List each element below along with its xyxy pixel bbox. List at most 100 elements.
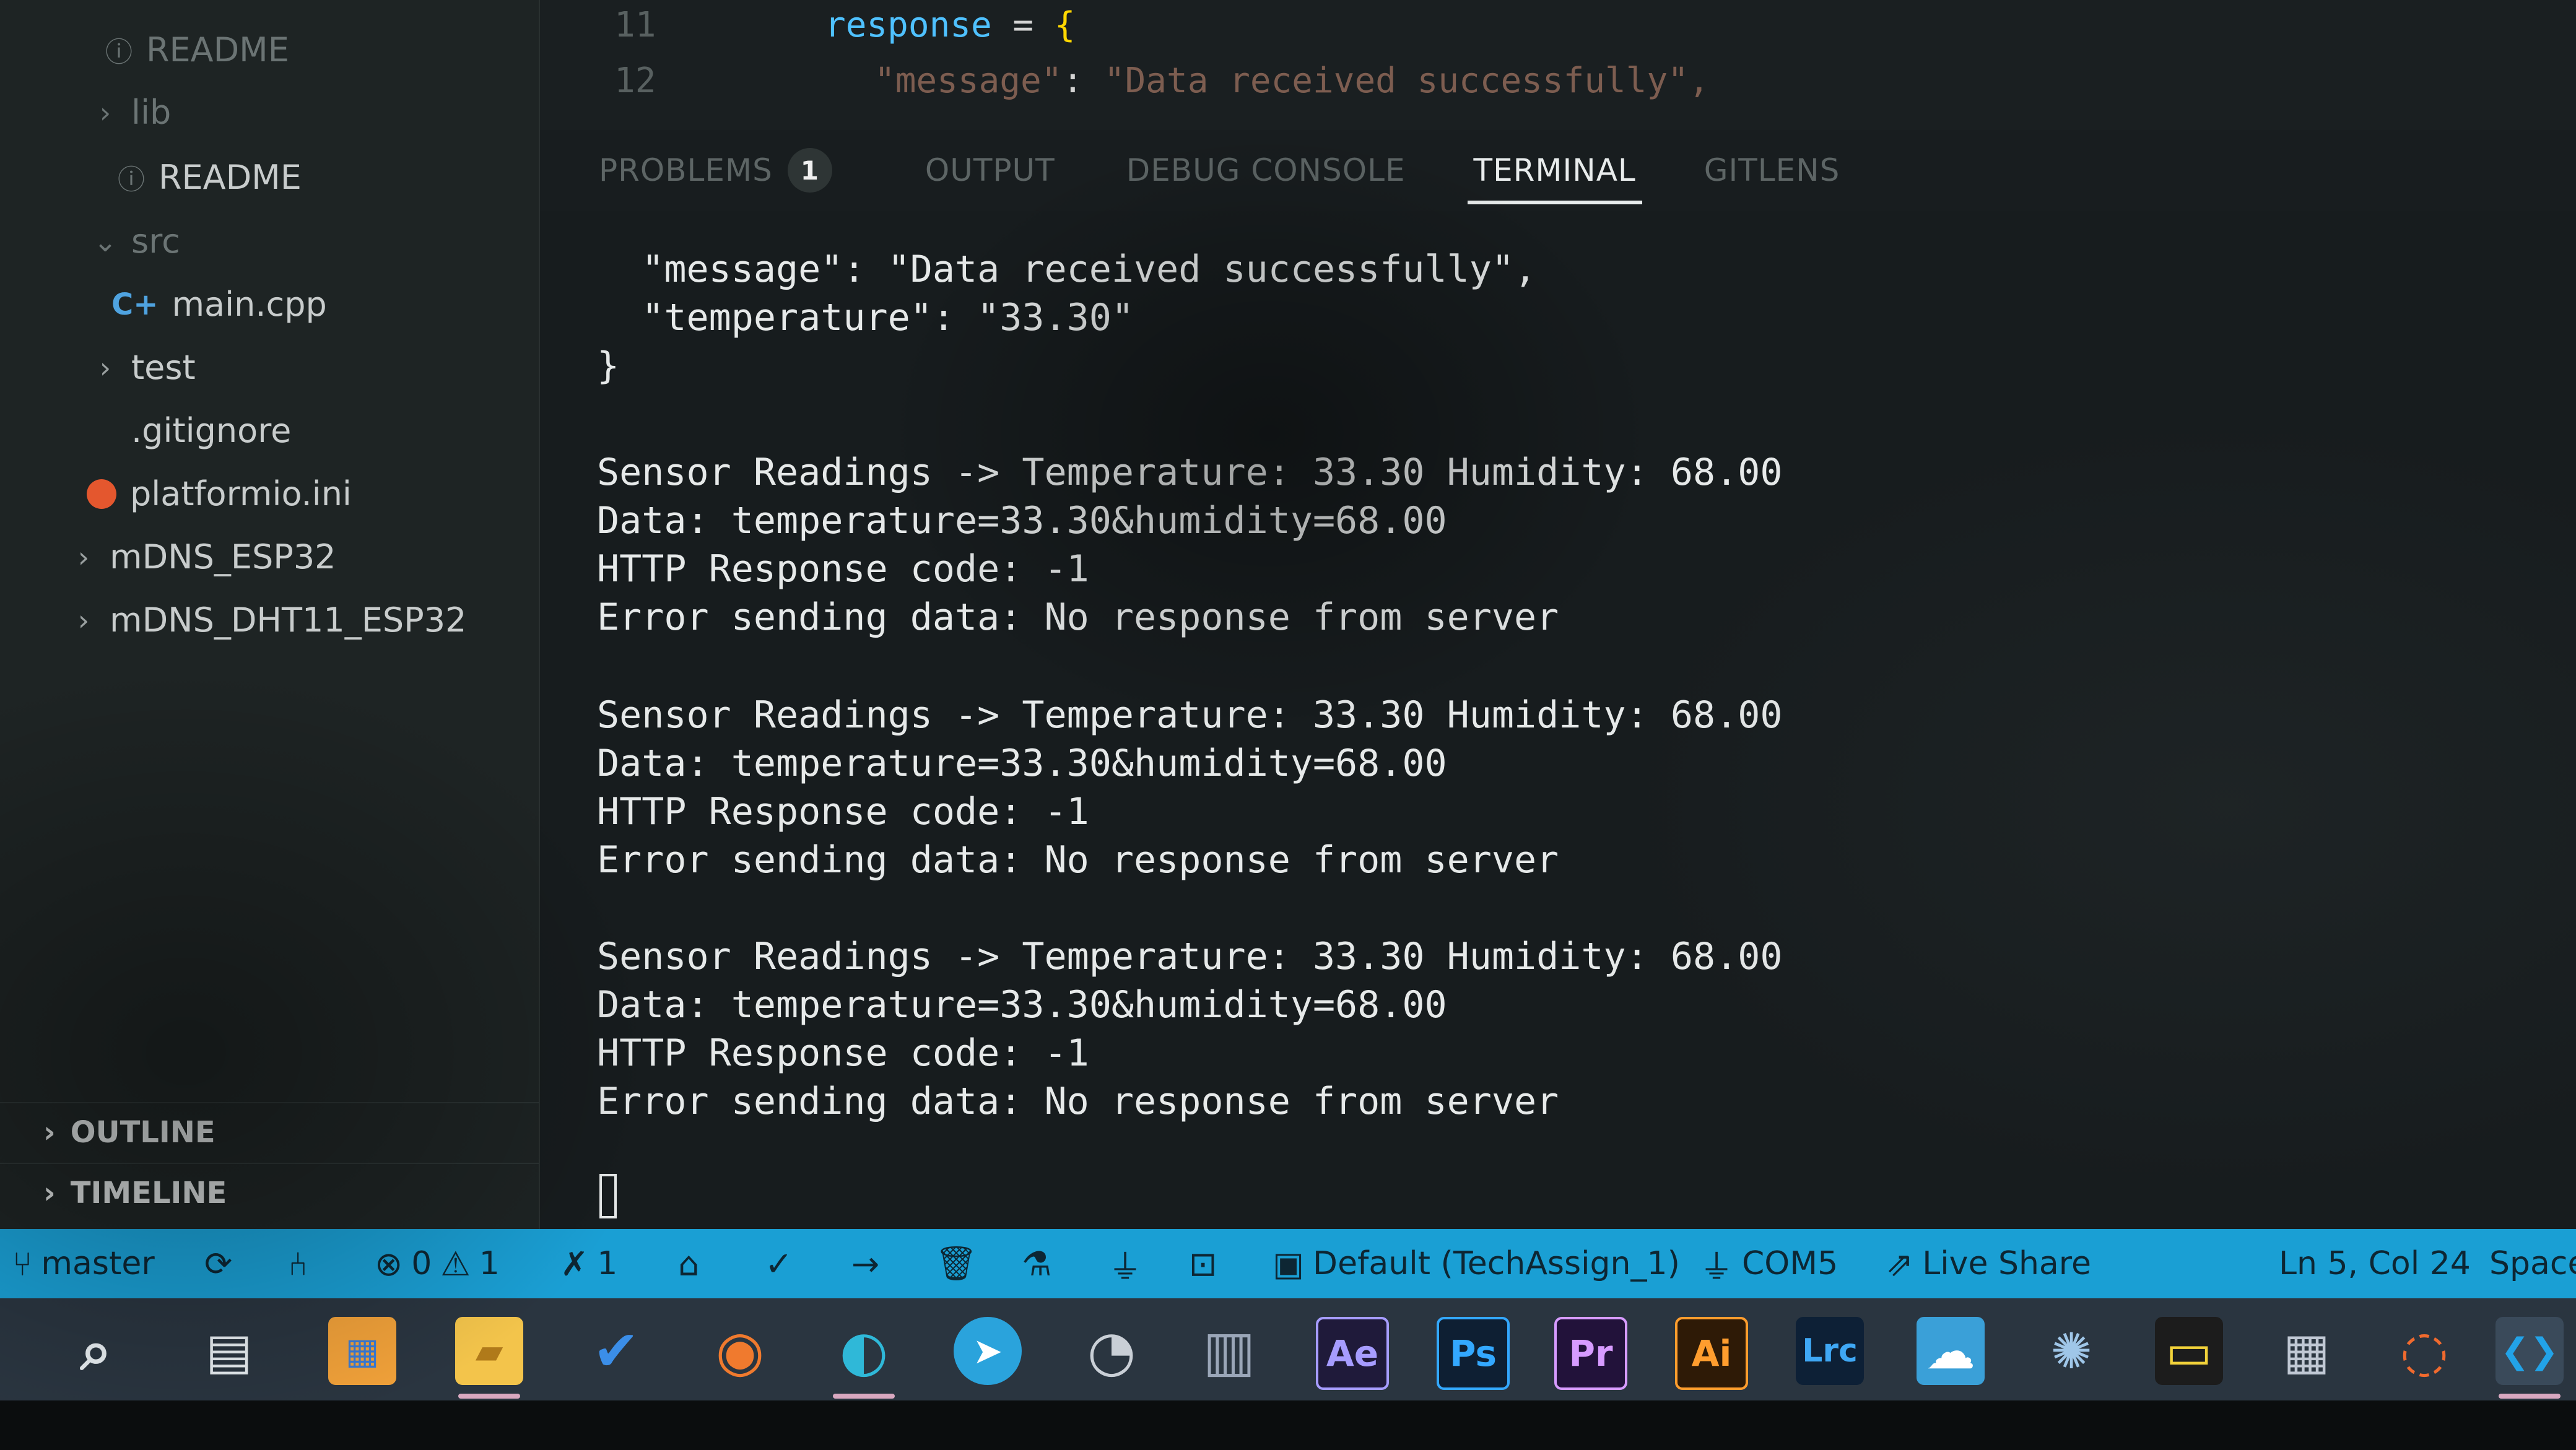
pio-env-selector[interactable]: ▣ Default (TechAssign_1) <box>1273 1244 1680 1283</box>
lightroom-classic-icon[interactable]: Lrc <box>1796 1317 1864 1385</box>
tab-label: GITLENS <box>1704 152 1840 188</box>
after-effects-icon[interactable]: Ae <box>1316 1317 1389 1390</box>
photoshop-icon[interactable]: Ps <box>1437 1317 1510 1390</box>
trash-icon: 🗑 <box>935 1244 978 1283</box>
tab-output[interactable]: OUTPUT <box>925 130 1055 211</box>
code-token: response <box>825 5 992 45</box>
terminal-line: Sensor Readings -> Temperature: 33.30 Hu… <box>597 935 1783 978</box>
tab-gitlens[interactable]: GITLENS <box>1704 130 1840 211</box>
pio-build-button[interactable]: ✓ <box>765 1244 793 1283</box>
chevron-right-icon: › <box>99 350 111 384</box>
terminal-line: Error sending data: No response from ser… <box>597 1080 1559 1123</box>
davinci-icon[interactable]: ◔ <box>1077 1317 1146 1385</box>
firefox-icon[interactable]: ◉ <box>706 1317 774 1385</box>
info-icon: ⓘ <box>118 164 145 196</box>
tools-icon: ✗ <box>560 1244 589 1283</box>
sync-button[interactable]: ⟳ <box>204 1244 232 1283</box>
illustrator-icon[interactable]: Ai <box>1675 1317 1748 1390</box>
terminal-line: "message": "Data received successfully", <box>597 248 1537 291</box>
tree-item-label: test <box>131 348 196 387</box>
indentation-indicator[interactable]: Space <box>2489 1245 2576 1282</box>
terminal-line: Error sending data: No response from ser… <box>597 596 1559 639</box>
tree-item-src[interactable]: ⌄ src <box>93 222 180 261</box>
cpp-file-icon: C+ <box>111 287 159 322</box>
chevron-right-icon: › <box>43 1176 56 1210</box>
store-icon[interactable]: ▦ <box>328 1317 396 1385</box>
indentation-label: Space <box>2489 1245 2576 1282</box>
code-line: "message": "Data received successfully", <box>874 61 1710 101</box>
tree-item-main-cpp[interactable]: C+ main.cpp <box>111 285 327 324</box>
tree-item-gitignore[interactable]: .gitignore <box>93 411 291 450</box>
premiere-icon[interactable]: Pr <box>1554 1317 1627 1390</box>
line-number: 12 <box>614 61 656 101</box>
explorer-sidebar: ⓘ README › lib ⓘ README ⌄ src C+ main.cp… <box>0 0 540 1229</box>
outline-label: OUTLINE <box>70 1115 215 1150</box>
port-selector[interactable]: ⏚ COM5 <box>1700 1239 1838 1288</box>
tree-item-lib[interactable]: › lib <box>93 93 172 132</box>
error-count: 0 <box>411 1245 432 1282</box>
terminal-line: HTTP Response code: -1 <box>597 547 1089 591</box>
pio-test-button[interactable]: ⚗ <box>1022 1244 1051 1283</box>
git-branch-icon: ⑂ <box>12 1244 33 1283</box>
tab-terminal[interactable]: TERMINAL <box>1467 130 1643 211</box>
pio-serial-monitor-button[interactable]: ⏚ <box>1108 1239 1142 1288</box>
tree-item-readme-2[interactable]: ⓘ README <box>118 157 302 197</box>
code-line: response = { <box>825 5 1076 45</box>
tab-label: PROBLEMS <box>599 152 773 188</box>
vscode-icon[interactable]: ❮❯ <box>2496 1317 2564 1399</box>
tree-item-platformio[interactable]: platformio.ini <box>87 474 352 513</box>
terminal-line: Sensor Readings -> Temperature: 33.30 Hu… <box>597 693 1783 737</box>
env-name: Default (TechAssign_1) <box>1313 1245 1680 1282</box>
cloud-app-icon[interactable]: ☁ <box>1917 1317 1985 1385</box>
timeline-section-header[interactable]: › TIMELINE <box>0 1163 539 1222</box>
pio-home-button[interactable]: ⌂ <box>678 1244 699 1283</box>
tree-item-test[interactable]: › test <box>93 348 196 387</box>
pio-terminal-button[interactable]: ⊡ <box>1189 1244 1217 1283</box>
terminal-app-icon[interactable]: ▭ <box>2155 1317 2223 1385</box>
branch-indicator[interactable]: ⑂ master <box>12 1244 155 1283</box>
screen-bezel <box>0 1400 2576 1450</box>
sync-app-icon[interactable]: ◌ <box>2390 1317 2458 1385</box>
problems-count-badge: 1 <box>787 148 832 193</box>
warning-count: 1 <box>479 1245 500 1282</box>
plug-icon: ⏚ <box>1700 1247 1733 1287</box>
code-token: "Data received successfully", <box>1103 61 1710 101</box>
dashboard-app-icon[interactable]: ▦ <box>2273 1317 2341 1385</box>
terminal-panel[interactable]: "message": "Data received successfully",… <box>540 211 2576 1229</box>
tree-item-mdns-esp32[interactable]: › mDNS_ESP32 <box>71 537 336 576</box>
tree-item-label: platformio.ini <box>130 474 352 513</box>
pio-upload-button[interactable]: → <box>851 1244 879 1283</box>
tab-debug-console[interactable]: DEBUG CONSOLE <box>1126 130 1406 211</box>
edge-icon[interactable]: ◐ <box>830 1317 898 1399</box>
tab-label: TERMINAL <box>1473 152 1636 188</box>
git-graph-icon: ⑃ <box>288 1244 308 1283</box>
branch-name: master <box>41 1245 155 1282</box>
file-explorer-icon[interactable]: ▰ <box>455 1317 523 1399</box>
tab-problems[interactable]: PROBLEMS 1 <box>599 130 832 211</box>
winrar-icon[interactable]: ▥ <box>1195 1317 1263 1385</box>
terminal-line: Error sending data: No response from ser… <box>597 838 1559 882</box>
tree-item-label: main.cpp <box>172 285 327 324</box>
atom-app-icon[interactable]: ✺ <box>2037 1317 2105 1385</box>
arrow-right-icon: → <box>851 1244 880 1283</box>
cursor-position[interactable]: Ln 5, Col 24 <box>2279 1245 2471 1282</box>
search-icon[interactable]: ⌕ <box>62 1317 130 1385</box>
pio-clean-button[interactable]: 🗑 <box>935 1244 978 1283</box>
live-share-button[interactable]: ⇗ Live Share <box>1886 1244 2091 1283</box>
code-editor[interactable]: 11 response = { 12 "message": "Data rece… <box>540 0 2576 136</box>
platformio-tasks-indicator[interactable]: ✗ 1 <box>560 1244 617 1283</box>
info-icon: ⓘ <box>105 37 133 68</box>
todo-icon[interactable]: ✔ <box>582 1317 650 1385</box>
task-view-icon[interactable]: ▤ <box>195 1317 263 1385</box>
outline-section-header[interactable]: › OUTLINE <box>0 1102 539 1161</box>
telegram-icon[interactable]: ➤ <box>954 1317 1022 1385</box>
git-graph-button[interactable]: ⑃ <box>288 1244 308 1283</box>
problems-indicator[interactable]: ⊗ 0 ⚠ 1 <box>375 1244 500 1283</box>
port-name: COM5 <box>1742 1245 1838 1282</box>
chevron-right-icon: › <box>77 603 90 637</box>
windows-taskbar: ⌕ ▤ ▦ ▰ ✔ ◉ ◐ ➤ ◔ ▥ Ae Ps Pr Ai Lrc ☁ ✺ … <box>0 1298 2576 1400</box>
code-token: = <box>991 5 1055 45</box>
tree-item-readme-1[interactable]: ⓘ README <box>105 30 289 69</box>
terminal-line: HTTP Response code: -1 <box>597 1031 1089 1075</box>
tree-item-mdns-dht11-esp32[interactable]: › mDNS_DHT11_ESP32 <box>71 601 467 640</box>
